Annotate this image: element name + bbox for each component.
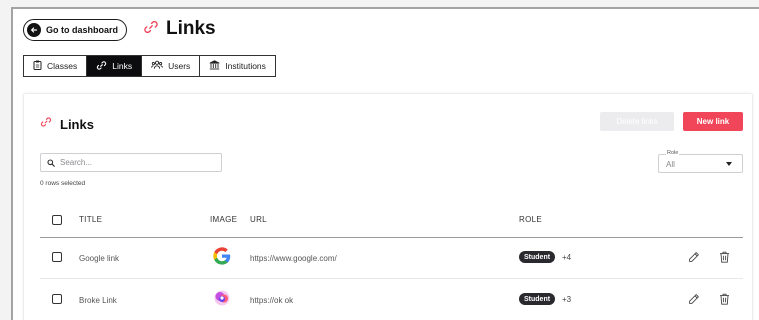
role-filter-label: Role <box>666 150 680 156</box>
column-header-role: ROLE <box>519 215 542 224</box>
broken-image-icon <box>213 289 231 312</box>
row-divider <box>40 278 743 279</box>
link-icon <box>40 115 52 133</box>
clipboard-icon <box>33 60 42 72</box>
role-badge: Student <box>519 293 556 305</box>
search-input[interactable] <box>60 158 210 167</box>
row-url: https://ok ok <box>250 296 294 305</box>
panel-title: Links <box>40 115 94 133</box>
select-all-checkbox[interactable] <box>52 215 62 225</box>
tab-label: Users <box>168 61 191 71</box>
tab-users[interactable]: Users <box>142 56 201 76</box>
go-to-dashboard-button[interactable]: Go to dashboard <box>23 19 127 41</box>
institution-icon <box>209 60 220 72</box>
row-url: https://www.google.com/ <box>250 254 337 263</box>
tab-label: Links <box>112 61 133 71</box>
column-header-title: TITLE <box>79 215 103 224</box>
tab-label: Institutions <box>225 61 266 71</box>
arrow-left-icon <box>27 23 41 37</box>
role-badge: Student <box>519 251 556 263</box>
role-filter-select[interactable]: Role All <box>658 150 743 173</box>
page-title: Links <box>143 18 216 40</box>
link-icon <box>143 19 159 40</box>
users-icon <box>151 60 163 72</box>
row-title: Google link <box>79 254 120 263</box>
page-title-text: Links <box>166 18 216 39</box>
link-icon <box>96 60 107 73</box>
links-panel: Links Delete links New link 0 rows selec… <box>23 93 753 320</box>
section-tabs: Classes Links Users Institutions <box>23 55 276 77</box>
column-header-url: URL <box>250 215 267 224</box>
trash-icon[interactable] <box>719 292 730 310</box>
tab-classes[interactable]: Classes <box>24 56 88 76</box>
header-divider <box>40 237 743 238</box>
row-checkbox[interactable] <box>52 252 62 262</box>
trash-icon[interactable] <box>719 250 730 268</box>
delete-links-button[interactable]: Delete links <box>600 112 674 131</box>
pencil-icon[interactable] <box>688 250 700 268</box>
role-extra-count: +3 <box>562 295 572 304</box>
app-frame: Go to dashboard Links Classes Links User… <box>11 7 759 320</box>
panel-title-text: Links <box>60 116 94 132</box>
google-logo-icon <box>212 246 232 271</box>
row-title: Broke Link <box>79 296 117 305</box>
role-filter-value: All <box>666 160 675 169</box>
row-checkbox[interactable] <box>52 294 62 304</box>
caret-down-icon <box>726 162 732 166</box>
tab-links[interactable]: Links <box>87 56 143 76</box>
search-box <box>40 153 222 172</box>
search-icon <box>47 154 55 172</box>
tab-institutions[interactable]: Institutions <box>200 56 275 76</box>
column-header-image: IMAGE <box>210 215 238 224</box>
go-to-dashboard-label: Go to dashboard <box>46 25 118 35</box>
new-link-button[interactable]: New link <box>683 112 743 131</box>
tab-label: Classes <box>47 61 78 71</box>
rows-selected-text: 0 rows selected <box>40 180 86 187</box>
pencil-icon[interactable] <box>688 292 700 310</box>
role-extra-count: +4 <box>562 253 572 262</box>
